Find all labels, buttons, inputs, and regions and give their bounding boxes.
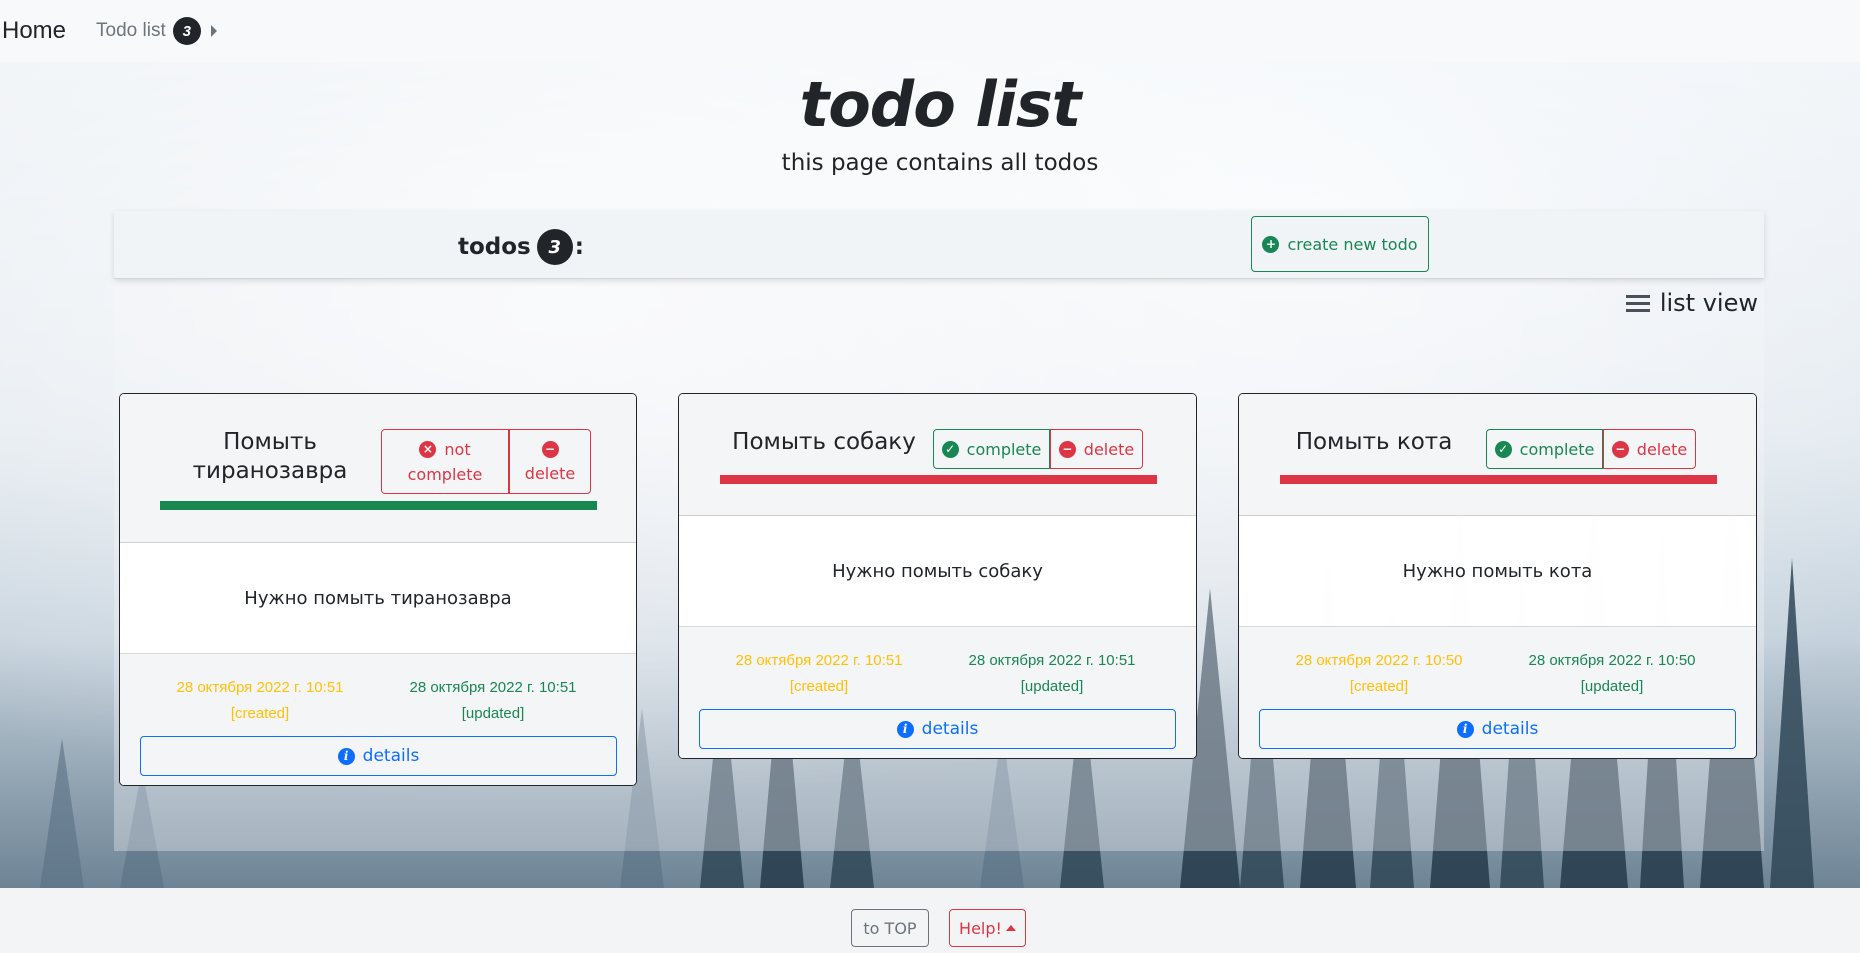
todo-card-actions: × not complete − delete [381,429,591,494]
delete-todo-button[interactable]: − delete [509,429,591,494]
check-circle-icon: ✓ [1494,440,1512,458]
delete-label: delete [1636,439,1688,459]
page-title: todo list [799,68,1082,141]
todo-card-title: Помыть кота [1295,429,1453,455]
details-button[interactable]: i details [140,736,617,776]
to-top-label: to TOP [863,918,917,938]
updated-date-label: [updated] [461,705,525,722]
complete-label: complete [1519,439,1595,459]
created-date: 28 октября 2022 г. 10:51 [created] [160,675,360,727]
page-subtitle: this page contains all todos [781,150,1099,176]
complete-label: complete [966,439,1042,459]
todos-heading-label: todos [458,234,531,260]
home-link[interactable]: Home [2,17,66,45]
todo-count-badge: 3 [172,17,201,45]
delete-todo-button[interactable]: − delete [1603,429,1696,469]
mark-complete-button[interactable]: ✓ complete [1486,429,1603,469]
todo-card: Помыть кота ✓ complete − delete Нужно по… [1238,393,1757,759]
create-new-todo-button[interactable]: + create new todo [1251,216,1429,272]
todos-heading: todos 3 : [458,229,584,265]
info-circle-icon: i [337,747,355,765]
delete-label: delete [524,463,576,483]
todos-count-badge: 3 [536,229,573,265]
todo-card-footer: 28 октября 2022 г. 10:50 [created] 28 ок… [1239,627,1756,758]
list-check-icon [1625,294,1650,312]
todos-panel: todos 3 : + create new todo list view По… [114,211,1764,851]
created-date-value: 28 октября 2022 г. 10:50 [1295,652,1463,669]
delete-todo-button[interactable]: − delete [1050,429,1143,469]
todo-status-bar [720,475,1157,484]
create-new-todo-label: create new todo [1287,234,1418,254]
list-view-label: list view [1659,289,1758,317]
caret-right-icon [210,25,217,37]
todo-card-body: Нужно помыть кота [1239,516,1756,627]
help-label: Help! [959,918,1002,938]
dash-circle-icon: − [541,440,559,458]
list-view-toggle[interactable]: list view [1625,289,1758,317]
created-date: 28 октября 2022 г. 10:50 [created] [1279,648,1479,700]
to-top-button[interactable]: to TOP [851,909,929,947]
details-button[interactable]: i details [699,709,1176,749]
todo-card-actions: ✓ complete − delete [933,429,1143,469]
check-circle-icon: ✓ [941,440,959,458]
todo-card-footer: 28 октября 2022 г. 10:51 [created] 28 ок… [120,654,636,785]
todo-list-link[interactable]: Todo list 3 [96,17,217,45]
created-date-label: [created] [789,678,849,695]
caret-up-icon [1005,925,1016,931]
plus-circle-icon: + [1262,235,1280,253]
details-label: details [921,719,979,739]
todos-panel-header: todos 3 : + create new todo [114,211,1764,279]
details-button[interactable]: i details [1259,709,1736,749]
updated-date: 28 октября 2022 г. 10:51 [updated] [393,675,593,727]
todo-card: Помыть собаку ✓ complete − delete Нужно … [678,393,1197,759]
details-label: details [1481,719,1539,739]
todo-card-header: Помыть собаку ✓ complete − delete [679,394,1196,516]
not-complete-label-line1: not [444,439,471,459]
updated-date-value: 28 октября 2022 г. 10:51 [409,679,577,696]
updated-date-label: [updated] [1580,678,1644,695]
info-circle-icon: i [1456,720,1474,738]
not-complete-label-line2: complete [407,464,483,484]
updated-date-value: 28 октября 2022 г. 10:51 [968,652,1136,669]
x-circle-icon: × [419,440,437,458]
created-date-value: 28 октября 2022 г. 10:51 [176,679,344,696]
top-navbar: Home Todo list 3 [0,0,1860,62]
created-date: 28 октября 2022 г. 10:51 [created] [719,648,919,700]
todo-card-body: Нужно помыть собаку [679,516,1196,627]
todo-card-header: Помыть тиранозавра × not complete − dele… [120,394,636,543]
updated-date-label: [updated] [1020,678,1084,695]
updated-date: 28 октября 2022 г. 10:50 [updated] [1512,648,1712,700]
details-label: details [362,746,420,766]
todo-description: Нужно помыть собаку [832,560,1043,582]
created-date-value: 28 октября 2022 г. 10:51 [735,652,903,669]
dash-circle-icon: − [1058,440,1076,458]
help-dropdown-button[interactable]: Help! [949,909,1026,947]
created-date-label: [created] [1349,678,1409,695]
page-footer: to TOP Help! [0,888,1860,953]
todo-card-footer: 28 октября 2022 г. 10:51 [created] 28 ок… [679,627,1196,758]
todo-card-title: Помыть тиранозавра [192,429,348,484]
todo-status-bar [1280,475,1717,484]
dash-circle-icon: − [1611,440,1629,458]
todo-card-header: Помыть кота ✓ complete − delete [1239,394,1756,516]
updated-date-value: 28 октября 2022 г. 10:50 [1528,652,1696,669]
todos-heading-suffix: : [574,234,584,260]
info-circle-icon: i [896,720,914,738]
todo-description: Нужно помыть тиранозавра [244,587,512,609]
mark-complete-button[interactable]: ✓ complete [933,429,1050,469]
todo-card-actions: ✓ complete − delete [1486,429,1696,469]
updated-date: 28 октября 2022 г. 10:51 [updated] [952,648,1152,700]
todo-card-title: Помыть собаку [732,429,916,455]
delete-label: delete [1083,439,1135,459]
todo-description: Нужно помыть кота [1402,560,1593,582]
todo-card-body: Нужно помыть тиранозавра [120,543,636,654]
todo-list-link-label: Todo list [96,20,166,41]
todo-card: Помыть тиранозавра × not complete − dele… [119,393,637,786]
created-date-label: [created] [230,705,290,722]
todo-status-bar [160,501,597,510]
mark-not-complete-button[interactable]: × not complete [381,429,509,494]
